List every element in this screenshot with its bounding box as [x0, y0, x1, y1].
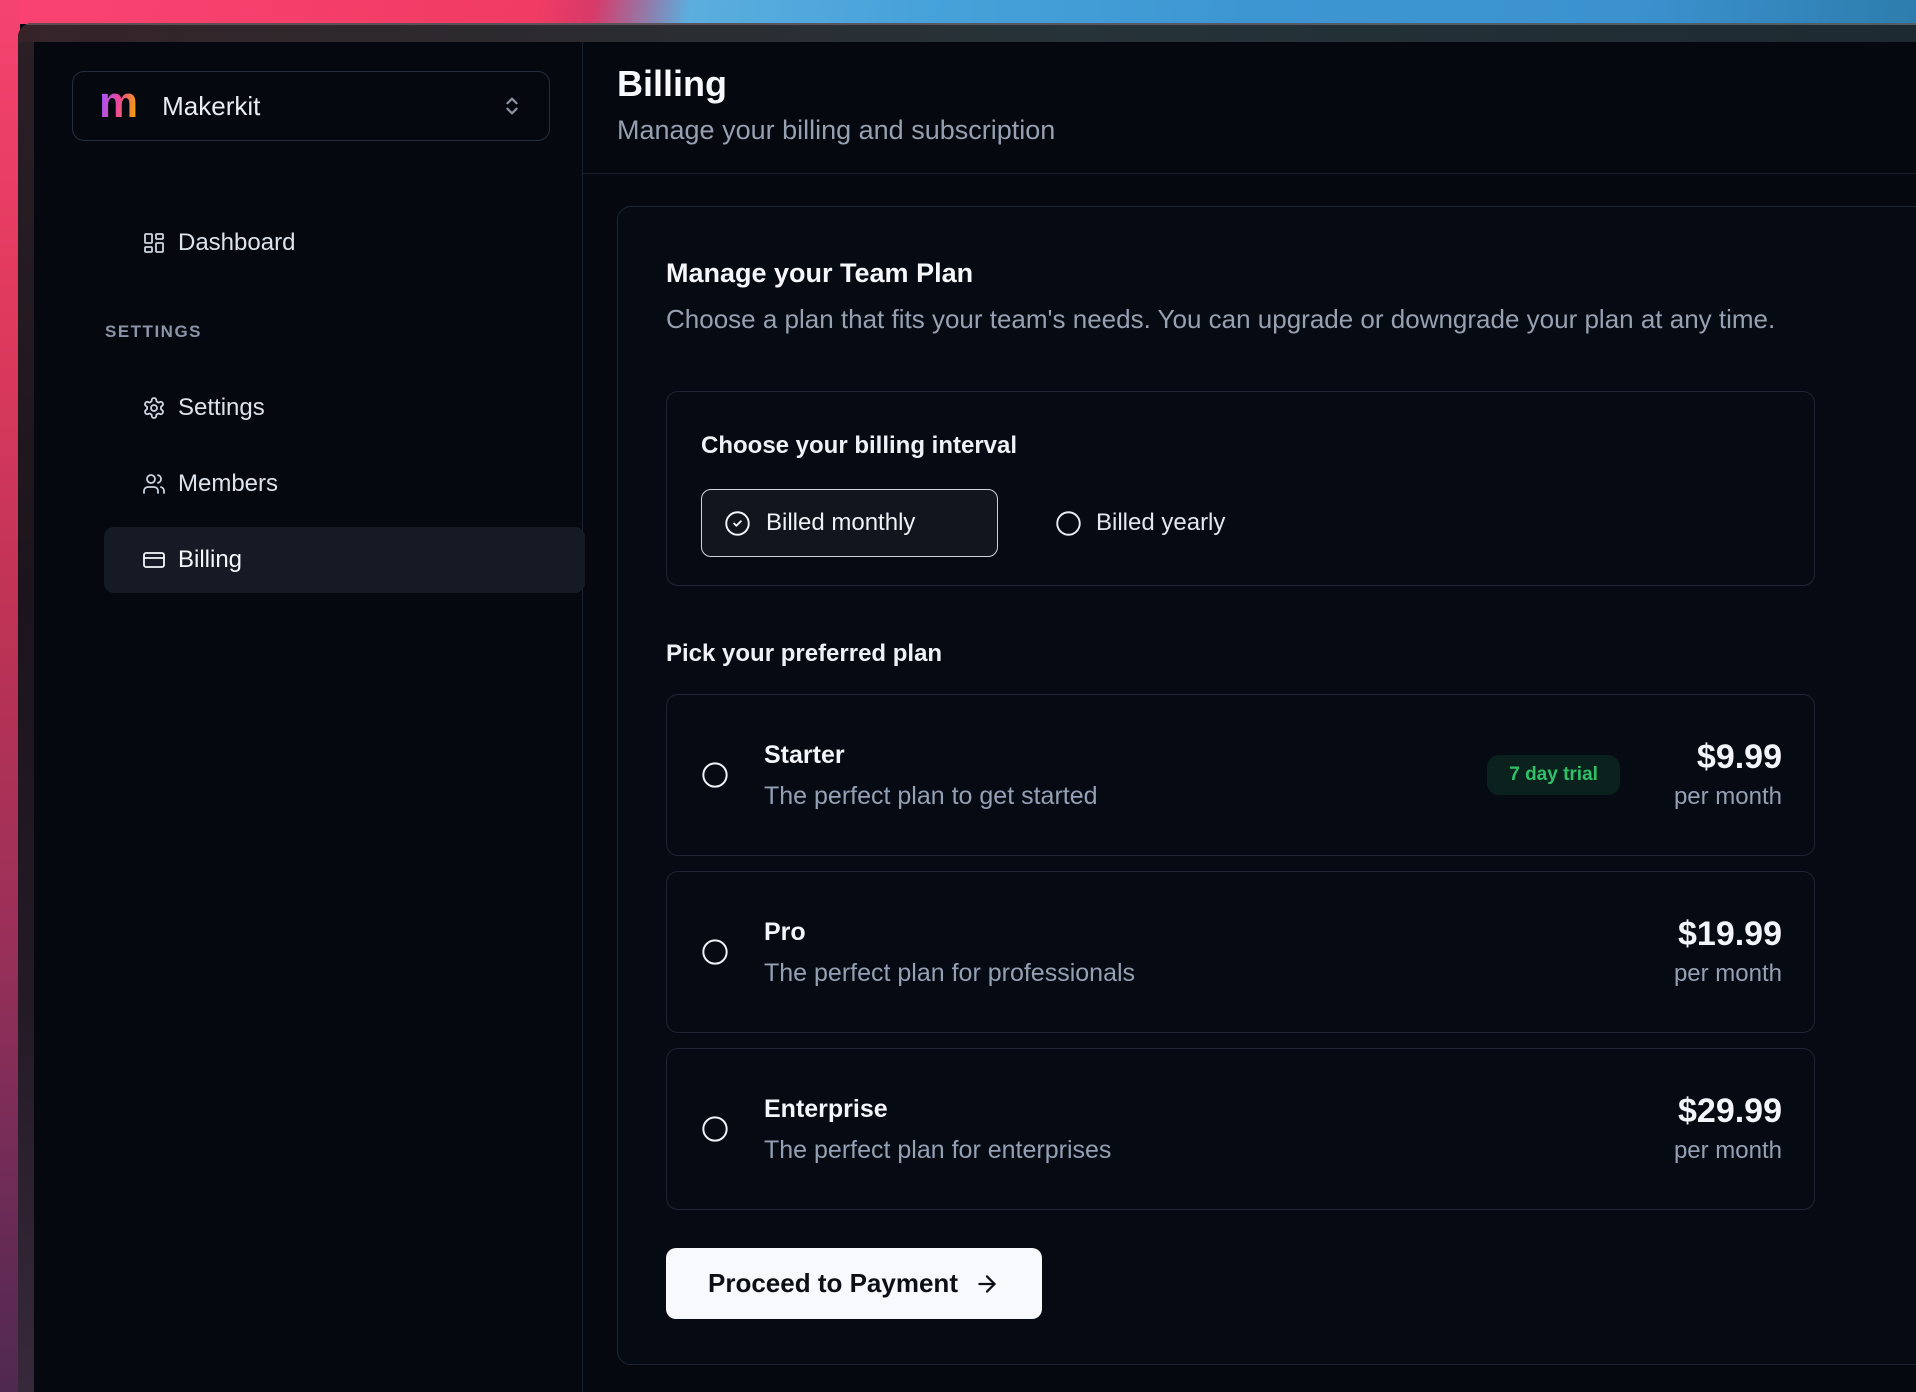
sidebar-item-label: Settings: [178, 394, 265, 422]
sidebar-nav: Dashboard SETTINGS Settings: [72, 210, 550, 593]
plan-info: Starter The perfect plan to get started: [764, 737, 1098, 814]
plan-name: Starter: [764, 737, 1098, 773]
plans-label: Pick your preferred plan: [666, 638, 1908, 670]
dashboard-icon: [142, 231, 166, 255]
radio-circle-icon: [1055, 510, 1082, 537]
billed-monthly-option[interactable]: Billed monthly: [701, 489, 998, 557]
sidebar: m Makerkit Dashboard: [34, 42, 583, 1392]
sidebar-section-settings: SETTINGS: [105, 322, 550, 342]
sidebar-item-label: Billing: [178, 546, 242, 574]
proceed-to-payment-button[interactable]: Proceed to Payment: [666, 1248, 1042, 1319]
plan-list: Starter The perfect plan to get started …: [666, 694, 1908, 1210]
plan-info: Pro The perfect plan for professionals: [764, 914, 1135, 991]
sidebar-item-dashboard[interactable]: Dashboard: [104, 210, 585, 276]
billed-monthly-label: Billed monthly: [766, 509, 915, 537]
billed-yearly-label: Billed yearly: [1096, 509, 1225, 537]
plan-name: Enterprise: [764, 1091, 1111, 1127]
circle-check-icon: [724, 510, 751, 537]
plan-row-enterprise[interactable]: Enterprise The perfect plan for enterpri…: [666, 1048, 1815, 1210]
plan-price: $19.99: [1678, 914, 1782, 954]
radio-circle-icon[interactable]: [701, 938, 729, 966]
plan-period: per month: [1674, 781, 1782, 813]
plan-price: $9.99: [1697, 737, 1782, 777]
billed-yearly-option[interactable]: Billed yearly: [1055, 509, 1225, 537]
plan-period: per month: [1674, 958, 1782, 990]
users-icon: [142, 472, 166, 496]
plan-description: The perfect plan for professionals: [764, 955, 1135, 991]
plan-description: The perfect plan for enterprises: [764, 1132, 1111, 1168]
plan-row-pro[interactable]: Pro The perfect plan for professionals $…: [666, 871, 1815, 1033]
team-selector[interactable]: m Makerkit: [72, 71, 550, 141]
sidebar-item-label: Members: [178, 470, 278, 498]
plan-row-starter[interactable]: Starter The perfect plan to get started …: [666, 694, 1815, 856]
radio-circle-icon[interactable]: [701, 761, 729, 789]
sidebar-item-billing[interactable]: Billing: [104, 527, 585, 593]
proceed-to-payment-label: Proceed to Payment: [708, 1268, 958, 1299]
page-subtitle: Manage your billing and subscription: [617, 112, 1916, 148]
radio-circle-icon[interactable]: [701, 1115, 729, 1143]
team-name: Makerkit: [162, 91, 260, 122]
plan-name: Pro: [764, 914, 1135, 950]
billing-interval-box: Choose your billing interval Billed mont…: [666, 391, 1815, 586]
arrow-right-icon: [974, 1271, 1000, 1297]
plan-period: per month: [1674, 1135, 1782, 1167]
window-left-edge: [18, 42, 34, 1392]
plan-pricing: $29.99 per month: [1674, 1091, 1782, 1167]
page-title: Billing: [617, 62, 1916, 106]
sidebar-item-members[interactable]: Members: [104, 451, 585, 517]
plan-info: Enterprise The perfect plan for enterpri…: [764, 1091, 1111, 1168]
team-plan-card: Manage your Team Plan Choose a plan that…: [617, 206, 1916, 1365]
chevrons-up-down-icon: [501, 95, 523, 117]
credit-card-icon: [142, 548, 166, 572]
app-root: m Makerkit Dashboard: [34, 42, 1916, 1392]
plan-price: $29.99: [1678, 1091, 1782, 1131]
makerkit-logo-icon: m: [99, 86, 138, 120]
plan-pricing: $19.99 per month: [1674, 914, 1782, 990]
team-plan-description: Choose a plan that fits your team's need…: [666, 301, 1908, 337]
plan-pricing: $9.99 per month: [1674, 737, 1782, 813]
billing-interval-label: Choose your billing interval: [701, 430, 1780, 462]
sidebar-item-label: Dashboard: [178, 229, 295, 257]
window-titlebar-edge: [18, 23, 1916, 42]
app-window: m Makerkit Dashboard: [18, 23, 1916, 1392]
trial-badge: 7 day trial: [1487, 755, 1620, 795]
gear-icon: [142, 396, 166, 420]
plan-description: The perfect plan to get started: [764, 778, 1098, 814]
team-plan-title: Manage your Team Plan: [666, 255, 1908, 291]
main-content: Billing Manage your billing and subscrip…: [583, 42, 1916, 1392]
billing-interval-options: Billed monthly Billed yearly: [701, 489, 1780, 557]
desktop-wallpaper-top: [0, 0, 1916, 24]
desktop-wallpaper-left: [0, 0, 20, 1392]
sidebar-item-settings[interactable]: Settings: [104, 375, 585, 441]
header-divider: [583, 173, 1916, 174]
desktop: { "team_selector": { "logo_letter": "m",…: [0, 0, 1916, 1392]
